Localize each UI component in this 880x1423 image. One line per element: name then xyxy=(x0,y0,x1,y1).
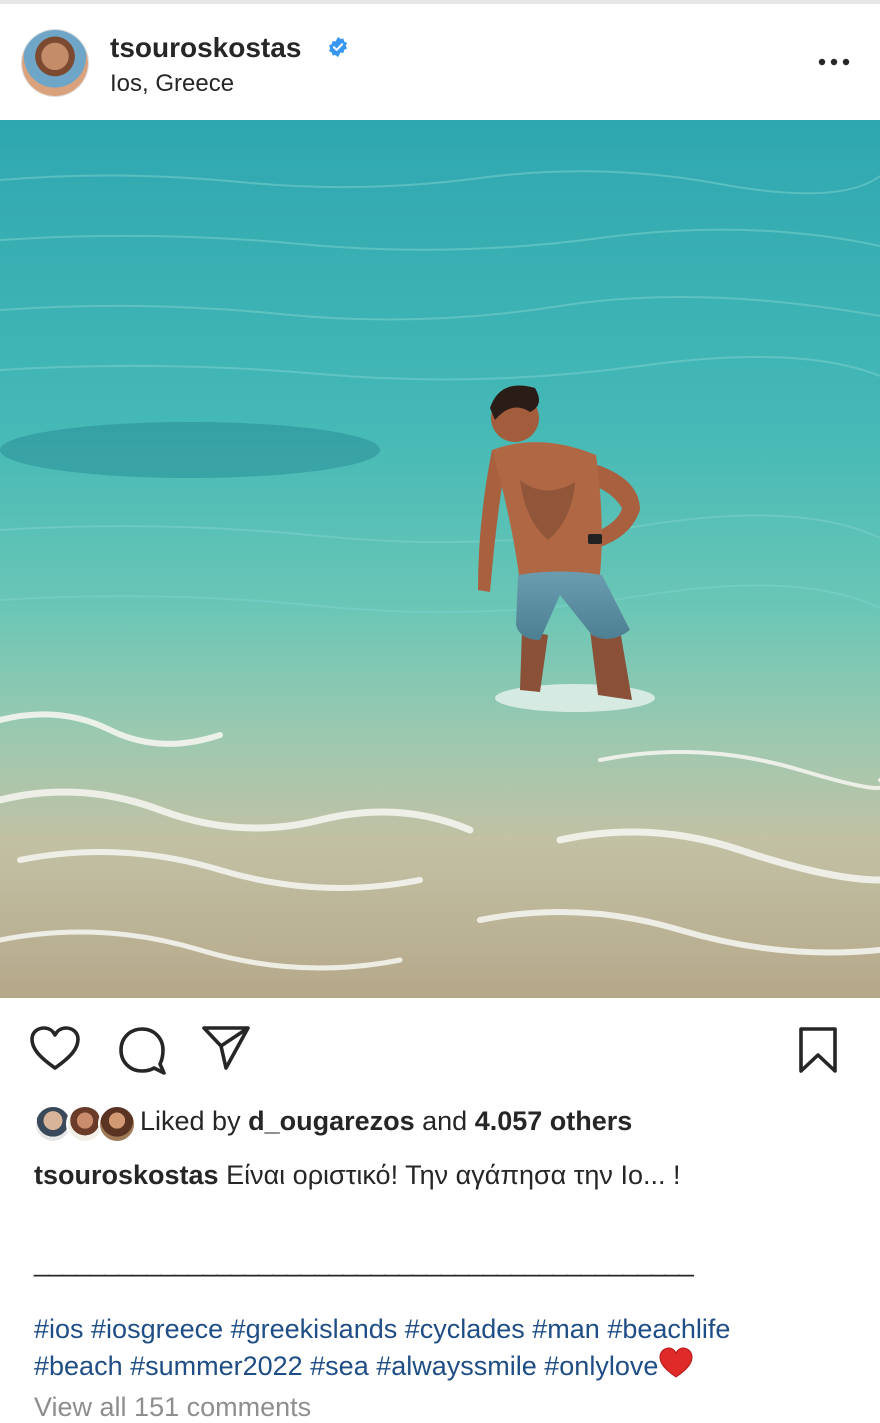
comment-bubble-icon[interactable] xyxy=(116,1026,168,1076)
liker-avatar xyxy=(98,1105,136,1143)
caption-username[interactable]: tsouroskostas xyxy=(34,1160,219,1190)
post-photo[interactable] xyxy=(0,120,880,998)
bookmark-icon[interactable] xyxy=(796,1025,840,1075)
red-heart-emoji-icon xyxy=(659,1347,693,1378)
verified-badge-icon xyxy=(329,36,347,58)
caption-text: Είναι οριστικό! Την αγάπησα την Ιο... ! xyxy=(218,1160,681,1190)
likes-summary[interactable]: Liked by d_ougarezos and 4.057 others xyxy=(140,1106,632,1137)
liker-avatars[interactable] xyxy=(34,1105,136,1143)
caption-divider: ________________________________________… xyxy=(34,1247,694,1277)
more-options-icon[interactable] xyxy=(816,52,852,72)
post-location[interactable]: Ios, Greece xyxy=(110,70,234,98)
likes-prefix: Liked by xyxy=(140,1106,249,1136)
post-header: tsouroskostas Ios, Greece xyxy=(0,4,880,120)
beach-photo xyxy=(0,120,880,998)
hashtags-line-1[interactable]: #ios #iosgreece #greekislands #cyclades … xyxy=(34,1312,854,1346)
likes-middle: and xyxy=(414,1106,475,1136)
avatar[interactable] xyxy=(22,30,88,96)
view-all-comments-link[interactable]: View all 151 comments xyxy=(34,1392,311,1423)
liker-username[interactable]: d_ougarezos xyxy=(248,1106,415,1136)
heart-icon[interactable] xyxy=(28,1024,82,1074)
hashtags[interactable]: #ios #iosgreece #greekislands #cyclades … xyxy=(34,1312,854,1383)
post-caption: tsouroskostas Είναι οριστικό! Την αγάπησ… xyxy=(34,1160,680,1191)
hashtags-line-2[interactable]: #beach #summer2022 #sea #alwayssmile #on… xyxy=(34,1346,854,1383)
likes-count[interactable]: 4.057 others xyxy=(475,1106,633,1136)
hashtags-line-2-text[interactable]: #beach #summer2022 #sea #alwayssmile #on… xyxy=(34,1351,658,1381)
paper-plane-icon[interactable] xyxy=(200,1024,252,1072)
post-username[interactable]: tsouroskostas xyxy=(110,32,301,64)
